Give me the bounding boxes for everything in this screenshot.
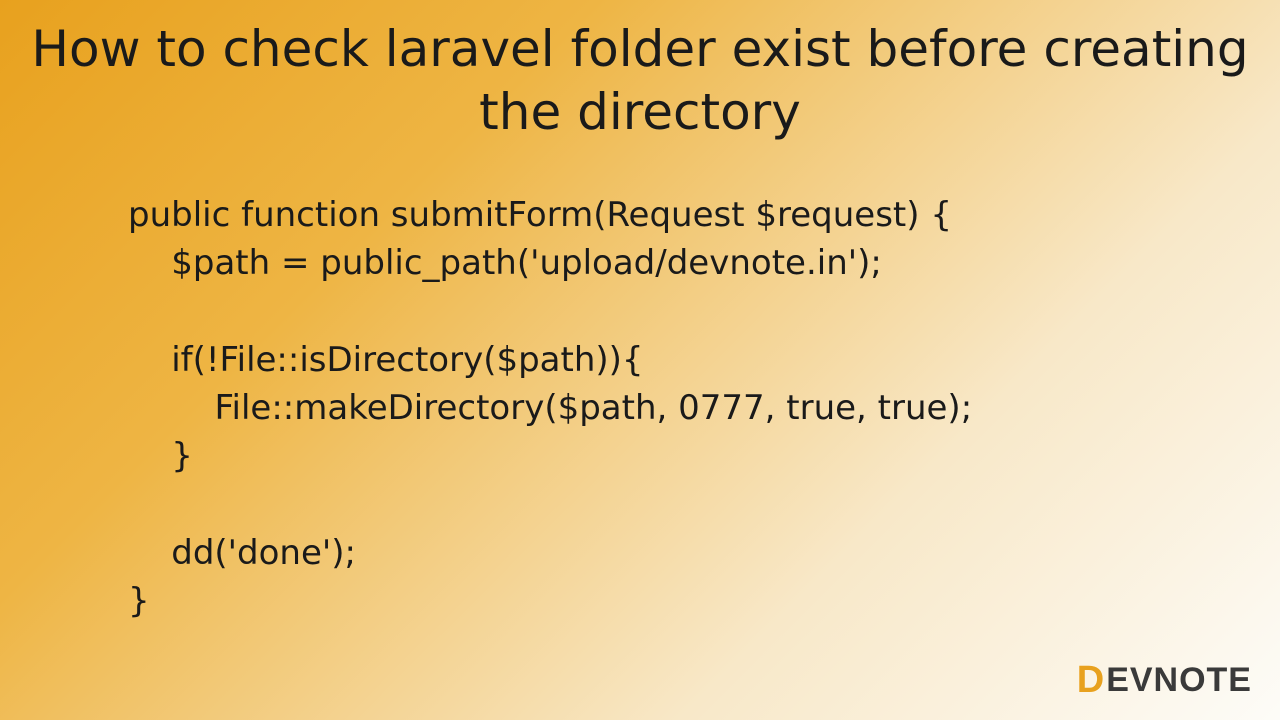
brand-logo: DEVNOTE [1077,659,1252,702]
logo-letter-d: D [1077,659,1104,702]
page-title: How to check laravel folder exist before… [0,0,1280,143]
logo-text-rest: EVNOTE [1106,661,1252,700]
code-snippet: public function submitForm(Request $requ… [128,191,1280,625]
